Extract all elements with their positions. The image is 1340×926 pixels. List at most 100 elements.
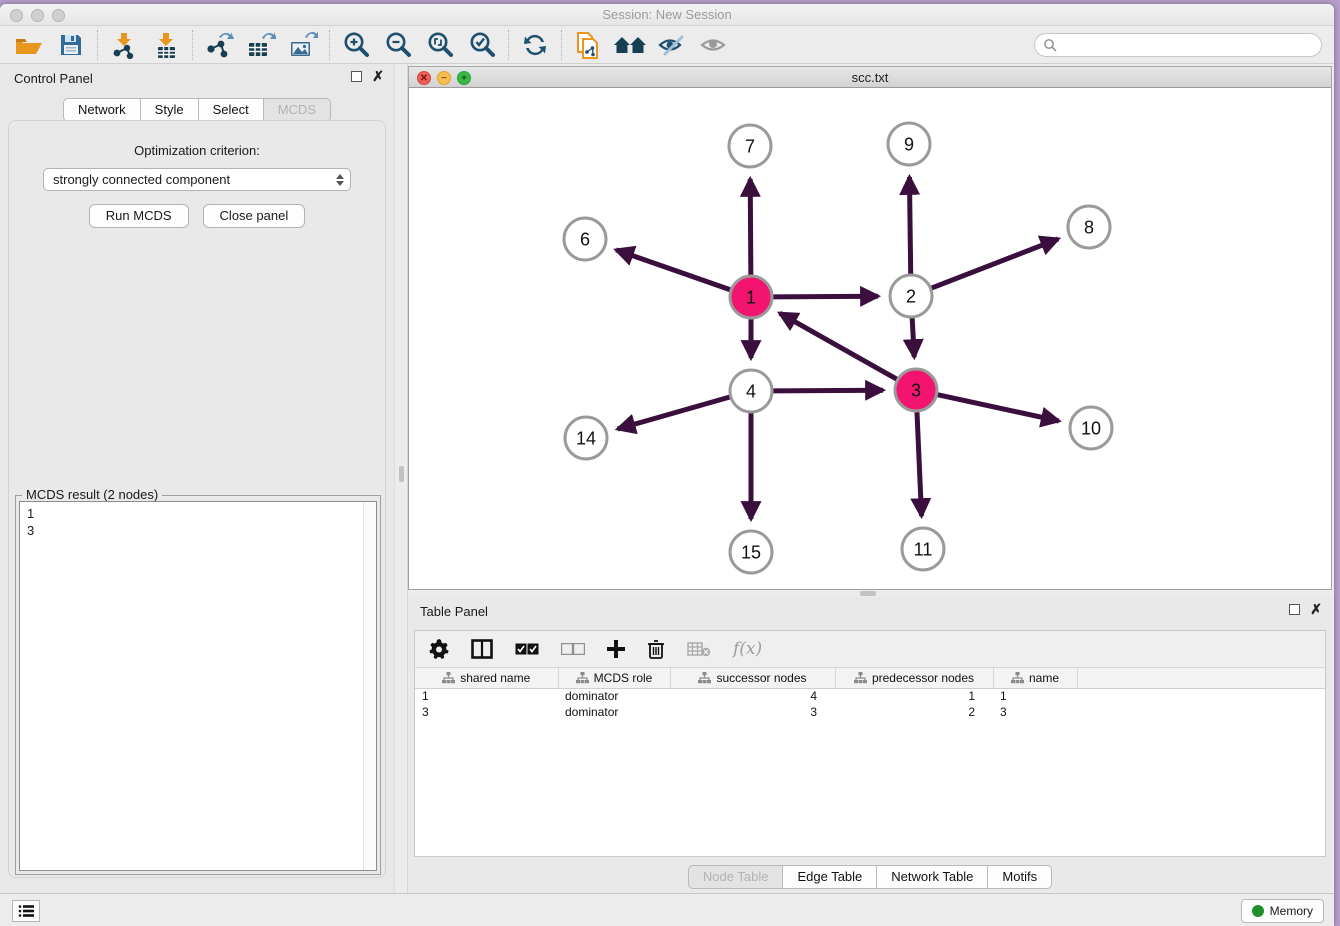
graph-edge-3-1[interactable]	[780, 313, 897, 379]
table-panel: Table Panel ✗	[408, 597, 1332, 893]
run-mcds-button[interactable]: Run MCDS	[89, 204, 189, 228]
zoom-window-button[interactable]	[52, 9, 65, 22]
column-header[interactable]: name	[993, 668, 1077, 688]
table-toolbar: f(x)	[415, 631, 1325, 668]
save-session-button[interactable]	[50, 29, 92, 61]
table-cell[interactable]: 3	[993, 704, 1077, 720]
criterion-value: strongly connected component	[53, 172, 230, 187]
toggle-panels-button[interactable]	[471, 639, 493, 659]
table-cell[interactable]: 3	[670, 704, 835, 720]
column-header[interactable]: predecessor nodes	[835, 668, 993, 688]
table-cell[interactable]: dominator	[558, 704, 670, 720]
search-field[interactable]	[1034, 33, 1322, 57]
table-cell[interactable]: 3	[415, 704, 558, 720]
table-cell[interactable]: 2	[835, 704, 993, 720]
graph-node-label: 3	[911, 380, 921, 400]
hide-selected-button[interactable]	[651, 29, 693, 61]
network-canvas[interactable]: 1234678910111415	[408, 88, 1332, 590]
table-row[interactable]: 3dominator323	[415, 704, 1325, 720]
graph-edge-2-3[interactable]	[912, 318, 914, 357]
tab-style[interactable]: Style	[141, 98, 199, 122]
frame-close-icon[interactable]: ✕	[417, 71, 431, 85]
table-cell-filler	[1077, 688, 1325, 704]
unselect-all-columns-button[interactable]	[561, 643, 585, 655]
close-table-panel-icon[interactable]: ✗	[1310, 604, 1322, 615]
sort-tree-icon	[698, 672, 711, 684]
graph-edge-3-10[interactable]	[937, 395, 1058, 421]
criterion-select[interactable]: strongly connected component	[43, 168, 351, 191]
graph-edge-2-9[interactable]	[909, 177, 910, 274]
zoom-in-button[interactable]	[335, 29, 377, 61]
mcds-result-item[interactable]: 3	[27, 522, 376, 539]
search-input[interactable]	[1062, 38, 1313, 52]
graph-edge-3-11[interactable]	[917, 412, 922, 516]
graph-edge-1-7[interactable]	[750, 179, 751, 275]
import-table-icon	[153, 31, 179, 59]
result-list-scrollbar[interactable]	[363, 502, 376, 870]
refresh-icon	[521, 31, 549, 59]
close-panel-icon[interactable]: ✗	[372, 71, 384, 82]
table-cell[interactable]: dominator	[558, 688, 670, 704]
home-icon	[613, 33, 647, 57]
zoom-selected-button[interactable]	[461, 29, 503, 61]
zoom-out-button[interactable]	[377, 29, 419, 61]
close-panel-button[interactable]: Close panel	[203, 204, 306, 228]
table-cell-filler	[1077, 704, 1325, 720]
column-header[interactable]: successor nodes	[670, 668, 835, 688]
zoom-fit-button[interactable]	[419, 29, 461, 61]
float-panel-icon[interactable]	[351, 71, 362, 82]
table-row[interactable]: 1dominator411	[415, 688, 1325, 704]
graph-edge-1-2[interactable]	[773, 296, 878, 297]
frame-maximize-icon[interactable]: +	[457, 71, 471, 85]
create-column-button[interactable]	[607, 640, 625, 658]
memory-button[interactable]: Memory	[1241, 899, 1324, 923]
column-header[interactable]: shared name	[415, 668, 558, 688]
table-cell[interactable]: 4	[670, 688, 835, 704]
minimize-window-button[interactable]	[31, 9, 44, 22]
tab-network[interactable]: Network	[63, 98, 141, 122]
close-window-button[interactable]	[10, 9, 23, 22]
graph-edge-4-14[interactable]	[618, 397, 730, 429]
show-tasks-button[interactable]	[12, 900, 40, 922]
delete-column-button[interactable]	[647, 639, 665, 659]
graph-edge-4-3[interactable]	[773, 390, 883, 391]
column-header[interactable]: MCDS role	[558, 668, 670, 688]
tab-motifs[interactable]: Motifs	[988, 865, 1052, 889]
export-table-button[interactable]	[240, 29, 282, 61]
graph-node-label: 1	[746, 287, 756, 307]
plus-icon	[607, 640, 625, 658]
import-table-button[interactable]	[145, 29, 187, 61]
show-all-button[interactable]	[693, 29, 735, 61]
graph-edge-2-8[interactable]	[932, 239, 1059, 288]
tab-network-table[interactable]: Network Table	[877, 865, 988, 889]
table-cell[interactable]: 1	[415, 688, 558, 704]
open-file-button[interactable]	[8, 29, 50, 61]
tab-mcds[interactable]: MCDS	[264, 98, 331, 122]
table-settings-button[interactable]	[429, 639, 449, 659]
nested-networks-button[interactable]	[609, 29, 651, 61]
tab-node-table[interactable]: Node Table	[688, 865, 784, 889]
frame-minimize-icon[interactable]: −	[437, 71, 451, 85]
refresh-button[interactable]	[514, 29, 556, 61]
graph-node-label: 11	[914, 539, 933, 559]
import-network-button[interactable]	[103, 29, 145, 61]
graph-edge-1-6[interactable]	[616, 250, 730, 290]
tab-select[interactable]: Select	[199, 98, 264, 122]
table-cell[interactable]: 1	[993, 688, 1077, 704]
select-all-columns-button[interactable]	[515, 643, 539, 655]
tab-edge-table[interactable]: Edge Table	[783, 865, 877, 889]
horizontal-splitter[interactable]	[408, 590, 1332, 597]
new-network-from-selection-button[interactable]	[567, 29, 609, 61]
mcds-result-list[interactable]: 13	[19, 501, 377, 871]
search-icon	[1043, 38, 1057, 52]
mcds-result-item[interactable]: 1	[27, 505, 376, 522]
export-network-button[interactable]	[198, 29, 240, 61]
float-table-panel-icon[interactable]	[1289, 604, 1300, 615]
window-title: Session: New Session	[602, 7, 731, 22]
sort-tree-icon	[854, 672, 867, 684]
export-image-icon	[288, 31, 318, 59]
vertical-splitter[interactable]	[394, 64, 408, 893]
table-cell[interactable]: 1	[835, 688, 993, 704]
toolbar-separator	[192, 30, 193, 60]
export-image-button[interactable]	[282, 29, 324, 61]
